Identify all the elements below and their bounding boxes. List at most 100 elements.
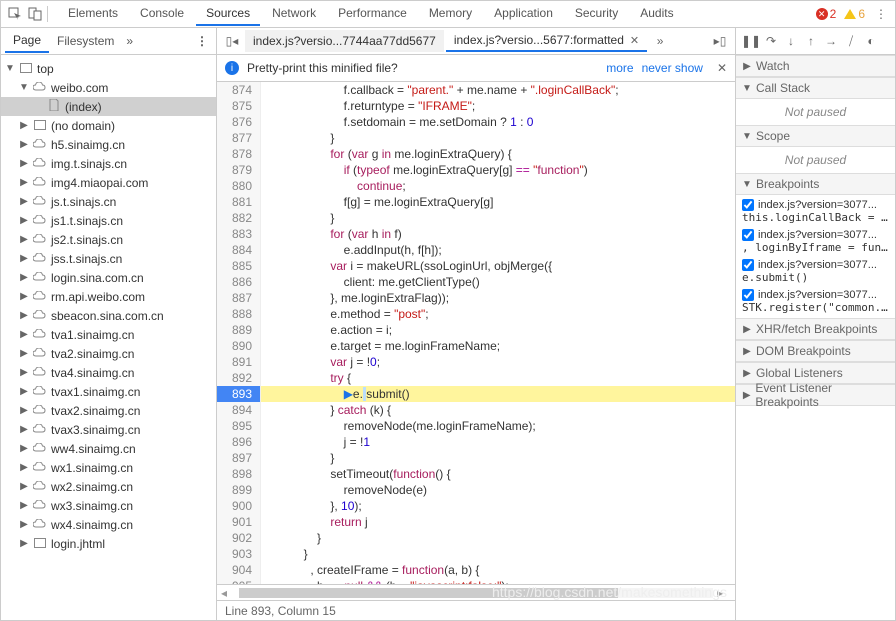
file-tab[interactable]: index.js?versio...5677:formatted✕ [446,30,647,52]
line-number[interactable]: 875 [217,98,261,114]
file-tab[interactable]: index.js?versio...7744aa77dd5677 [245,30,444,52]
tree-item[interactable]: ▶tvax2.sinaimg.cn [1,401,216,420]
code-line[interactable]: 896 j = !1 [217,434,735,450]
breakpoint-checkbox[interactable] [742,229,754,241]
code-line[interactable]: 902 } [217,530,735,546]
infobar-more-link[interactable]: more [606,61,633,75]
tab-elements[interactable]: Elements [58,2,128,26]
tab-memory[interactable]: Memory [419,2,482,26]
tree-item[interactable]: ▶tva2.sinaimg.cn [1,344,216,363]
deactivate-bp-icon[interactable]: ⧸ [844,34,858,48]
code-line[interactable]: 903 } [217,546,735,562]
code-line[interactable]: 879 if (typeof me.loginExtraQuery[g] == … [217,162,735,178]
line-number[interactable]: 904 [217,562,261,578]
pane-header-watch[interactable]: ▶Watch [736,55,895,77]
line-number[interactable]: 902 [217,530,261,546]
twisty-icon[interactable]: ▶ [19,386,29,397]
tree-item[interactable]: ▶wx3.sinaimg.cn [1,496,216,515]
code-line[interactable]: 874 f.callback = "parent." + me.name + "… [217,82,735,98]
tab-application[interactable]: Application [484,2,563,26]
code-line[interactable]: 897 } [217,450,735,466]
code-line[interactable]: 891 var j = !0; [217,354,735,370]
tree-item[interactable]: ▶js1.t.sinajs.cn [1,211,216,230]
code-line[interactable]: 883 for (var h in f) [217,226,735,242]
page-tab[interactable]: Page [5,29,49,53]
tree-item[interactable]: ▶login.jhtml [1,534,216,553]
twisty-icon[interactable]: ▶ [19,348,29,359]
debugger-toggle-icon[interactable]: ▸▯ [709,31,731,51]
settings-more-icon[interactable]: ⋮ [873,6,889,22]
line-number[interactable]: 903 [217,546,261,562]
filesystem-tab[interactable]: Filesystem [49,30,122,52]
tree-item[interactable]: ▶tva4.sinaimg.cn [1,363,216,382]
tab-network[interactable]: Network [262,2,326,26]
code-line[interactable]: 881 f[g] = me.loginExtraQuery[g] [217,194,735,210]
code-line[interactable]: 905 b == null && (b = "javascript:false;… [217,578,735,584]
code-line[interactable]: 900 }, 10); [217,498,735,514]
line-number[interactable]: 905 [217,578,261,584]
step-into-icon[interactable]: ↓ [784,34,798,48]
twisty-icon[interactable]: ▶ [19,272,29,283]
code-line[interactable]: 887 }, me.loginExtraFlag)); [217,290,735,306]
tree-item[interactable]: ▶sbeacon.sina.com.cn [1,306,216,325]
close-icon[interactable]: ✕ [630,34,639,47]
code-line[interactable]: 886 client: me.getClientType() [217,274,735,290]
twisty-icon[interactable]: ▶ [19,443,29,454]
code-line[interactable]: 895 removeNode(me.loginFrameName); [217,418,735,434]
twisty-icon[interactable]: ▶ [19,462,29,473]
tree-item[interactable]: ▶login.sina.com.cn [1,268,216,287]
pause-exceptions-icon[interactable]: ◐ [864,34,878,48]
tree-item[interactable]: ▶ww4.sinaimg.cn [1,439,216,458]
tree-item[interactable]: ▶h5.sinaimg.cn [1,135,216,154]
line-number[interactable]: 887 [217,290,261,306]
breakpoint-item[interactable]: index.js?version=3077...e.submit() [738,257,893,286]
horizontal-scrollbar[interactable]: ◂ ▸ [217,584,735,600]
more-options-icon[interactable]: ⋮ [192,34,212,48]
code-line[interactable]: 876 f.setdomain = me.setDomain ? 1 : 0 [217,114,735,130]
step-out-icon[interactable]: ↑ [804,34,818,48]
line-number[interactable]: 878 [217,146,261,162]
tab-audits[interactable]: Audits [630,2,683,26]
overflow-icon[interactable]: » [126,34,133,48]
infobar-never-link[interactable]: never show [642,61,703,75]
twisty-icon[interactable]: ▶ [19,234,29,245]
line-number[interactable]: 885 [217,258,261,274]
tab-performance[interactable]: Performance [328,2,417,26]
tree-item[interactable]: ▶rm.api.weibo.com [1,287,216,306]
twisty-icon[interactable]: ▶ [19,405,29,416]
breakpoint-item[interactable]: index.js?version=3077...STK.register("co… [738,287,893,316]
line-number[interactable]: 877 [217,130,261,146]
twisty-icon[interactable]: ▶ [19,177,29,188]
line-number[interactable]: 892 [217,370,261,386]
tree-item[interactable]: ▶(no domain) [1,116,216,135]
line-number[interactable]: 901 [217,514,261,530]
code-line[interactable]: 885 var i = makeURL(ssoLoginUrl, objMerg… [217,258,735,274]
pane-header-dom-breakpoints[interactable]: ▶DOM Breakpoints [736,340,895,362]
code-line[interactable]: 880 continue; [217,178,735,194]
twisty-icon[interactable]: ▶ [19,310,29,321]
code-line[interactable]: 890 e.target = me.loginFrameName; [217,338,735,354]
pane-header-event-listener-breakpoints[interactable]: ▶Event Listener Breakpoints [736,384,895,406]
code-line[interactable]: 882 } [217,210,735,226]
breakpoint-item[interactable]: index.js?version=3077...this.loginCallBa… [738,197,893,226]
code-line[interactable]: 899 removeNode(e) [217,482,735,498]
breakpoint-checkbox[interactable] [742,259,754,271]
device-icon[interactable] [27,6,43,22]
twisty-icon[interactable]: ▶ [19,367,29,378]
tree-item[interactable]: ▼top [1,59,216,78]
scroll-right-icon[interactable]: ▸ [717,586,731,600]
inspect-icon[interactable] [7,6,23,22]
tree-item[interactable]: ▶img.t.sinajs.cn [1,154,216,173]
twisty-icon[interactable]: ▶ [19,329,29,340]
pane-header-xhr-fetch-breakpoints[interactable]: ▶XHR/fetch Breakpoints [736,318,895,340]
code-line[interactable]: 888 e.method = "post"; [217,306,735,322]
tree-item[interactable]: ▼weibo.com [1,78,216,97]
line-number[interactable]: 881 [217,194,261,210]
tab-security[interactable]: Security [565,2,628,26]
twisty-icon[interactable]: ▶ [19,215,29,226]
errors-indicator[interactable]: ✕2 [816,7,837,21]
twisty-icon[interactable]: ▶ [19,538,29,549]
line-number[interactable]: 890 [217,338,261,354]
tree-item[interactable]: ▶jss.t.sinajs.cn [1,249,216,268]
breakpoint-item[interactable]: index.js?version=3077..., loginByIframe … [738,227,893,256]
